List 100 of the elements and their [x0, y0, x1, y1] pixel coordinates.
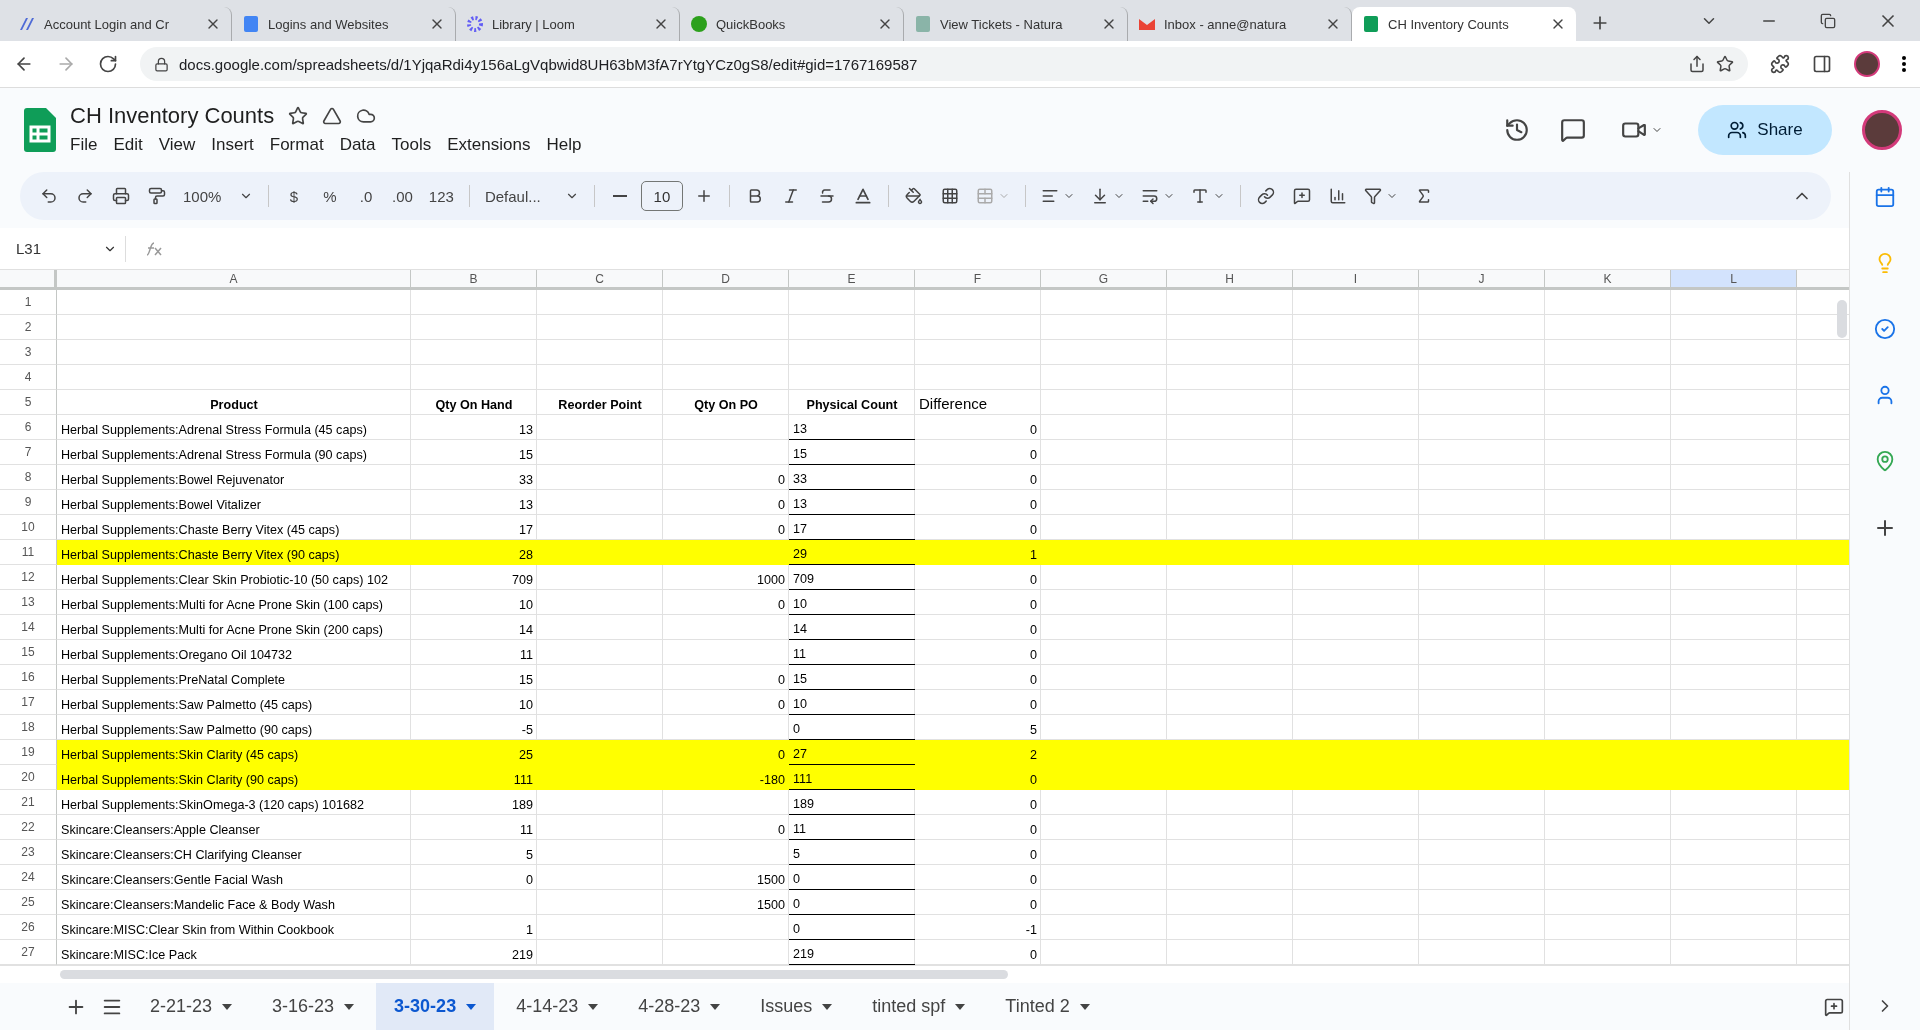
table-cell-text: 111: [512, 772, 534, 789]
formula-bar[interactable]: L31: [0, 228, 1849, 270]
row-number[interactable]: 3: [0, 340, 57, 365]
horizontal-scrollbar[interactable]: [0, 965, 1849, 983]
table-cell: 0: [789, 915, 915, 940]
row-number[interactable]: 21: [0, 790, 57, 815]
avatar[interactable]: [1862, 110, 1902, 150]
table-cell-text: 0: [1029, 622, 1038, 639]
table-cell-text: 15: [518, 672, 534, 689]
row-number[interactable]: 6: [0, 415, 57, 440]
row-number[interactable]: 10: [0, 515, 57, 540]
table-cell-text: Herbal Supplements:Saw Palmetto (45 caps): [60, 697, 314, 714]
reload-icon[interactable]: [98, 54, 118, 74]
table-cell-text: -5: [520, 722, 534, 739]
side-panel-icon[interactable]: [1812, 54, 1832, 74]
star-icon[interactable]: [288, 106, 309, 126]
percent-button[interactable]: %: [315, 180, 345, 212]
number-format-button[interactable]: 123: [423, 180, 459, 212]
sheet-tab[interactable]: Tinted 2: [987, 983, 1108, 1030]
decrease-decimal-button[interactable]: .0: [351, 180, 381, 212]
menu-item[interactable]: Insert: [205, 133, 260, 157]
restore-icon[interactable]: [1820, 12, 1836, 29]
increase-decimal-button[interactable]: .00: [387, 180, 418, 212]
table-cell-text: Herbal Supplements:Clear Skin Probiotic-10 (50 caps) 102: [60, 572, 389, 589]
row-number[interactable]: 12: [0, 565, 57, 590]
extensions-icon[interactable]: [1770, 54, 1790, 74]
table-cell-text: 0: [525, 872, 534, 889]
row-number[interactable]: 14: [0, 615, 57, 640]
align-icon: [1040, 187, 1059, 205]
row-number[interactable]: 8: [0, 465, 57, 490]
row-number[interactable]: 19: [0, 740, 57, 765]
font-dropdown[interactable]: Defaul...: [479, 180, 584, 212]
name-box[interactable]: L31: [0, 235, 126, 262]
map-pin-icon[interactable]: [1874, 450, 1896, 472]
row-number[interactable]: 9: [0, 490, 57, 515]
comment-icon: [1292, 187, 1311, 205]
row-number[interactable]: 11: [0, 540, 57, 565]
sheet-tab[interactable]: 2-21-23: [132, 983, 251, 1030]
sheet-tab[interactable]: Issues: [742, 983, 851, 1030]
sheet-tab[interactable]: 3-30-23: [376, 983, 495, 1030]
tasks-icon[interactable]: [1874, 318, 1896, 340]
cloud-icon[interactable]: [356, 106, 377, 126]
sheet-tab[interactable]: 3-16-23: [254, 983, 373, 1030]
lock-icon: [154, 56, 169, 72]
row-number[interactable]: 1: [0, 290, 57, 315]
menu-item[interactable]: Help: [540, 133, 588, 157]
row-number[interactable]: 25: [0, 890, 57, 915]
caret-icon: [1079, 1003, 1090, 1010]
menu-item[interactable]: View: [152, 133, 202, 157]
sheet-tab[interactable]: 4-14-23: [498, 983, 617, 1030]
row-number[interactable]: 20: [0, 765, 57, 790]
sheet-tab[interactable]: tinted spf: [854, 983, 984, 1030]
scrollbar-thumb[interactable]: [60, 970, 1008, 979]
zoom-dropdown[interactable]: 100%: [178, 180, 258, 212]
row-number[interactable]: 4: [0, 365, 57, 390]
address-bar[interactable]: docs.google.com/spreadsheets/d/1YjqaRdi4y156aLgVqbwid8UH63bM3fA7rYtgYCz0gS8/edit#gid=1767169587: [140, 47, 1748, 81]
row-number[interactable]: 5: [0, 390, 57, 415]
column-header[interactable]: L: [1671, 270, 1797, 287]
menu-item[interactable]: Data: [333, 133, 382, 157]
row-number[interactable]: 15: [0, 640, 57, 665]
row-number[interactable]: 18: [0, 715, 57, 740]
sheet-tab[interactable]: 4-28-23: [620, 983, 739, 1030]
column-title: Qty On PO: [693, 397, 759, 414]
table-cell-text: Herbal Supplements:Adrenal Stress Formula (45 caps): [60, 422, 368, 439]
table-cell-text: 13: [518, 422, 534, 439]
table-cell-text: 0: [1029, 822, 1038, 839]
history-icon[interactable]: [1504, 117, 1530, 143]
menu-item[interactable]: Tools: [385, 133, 438, 157]
currency-button[interactable]: $: [279, 180, 309, 212]
table-cell: 13: [789, 490, 915, 515]
triangle-icon[interactable]: [322, 106, 343, 126]
sheets-logo[interactable]: [24, 108, 56, 152]
scrollbar-thumb[interactable]: [1837, 300, 1847, 338]
row-number[interactable]: 13: [0, 590, 57, 615]
menu-icon[interactable]: [1902, 56, 1906, 72]
comment-icon[interactable]: [1560, 117, 1586, 143]
menu-item[interactable]: Extensions: [441, 133, 537, 157]
star-icon[interactable]: [1716, 55, 1734, 73]
row-number[interactable]: 2: [0, 315, 57, 340]
row-number[interactable]: 22: [0, 815, 57, 840]
avatar[interactable]: [1854, 51, 1880, 77]
calendar-icon[interactable]: [1874, 186, 1896, 208]
table-cell-text: 1000: [755, 572, 786, 589]
share-icon[interactable]: [1688, 55, 1706, 73]
font-size-field[interactable]: 10: [640, 181, 683, 211]
row-number[interactable]: 27: [0, 940, 57, 965]
share-button[interactable]: Share: [1698, 105, 1832, 155]
menu-item[interactable]: Format: [263, 133, 330, 157]
row-number[interactable]: 16: [0, 665, 57, 690]
undo-icon: [40, 187, 58, 205]
document-title[interactable]: CH Inventory Counts: [70, 103, 275, 129]
browser-tab[interactable]: CH Inventory Counts: [1352, 7, 1576, 41]
menu-item[interactable]: File: [64, 133, 104, 157]
site-icon: [466, 15, 484, 33]
menu-item[interactable]: Edit: [107, 133, 149, 157]
row-number[interactable]: 17: [0, 690, 57, 715]
row-number[interactable]: 7: [0, 440, 57, 465]
row-number[interactable]: 26: [0, 915, 57, 940]
row-number[interactable]: 24: [0, 865, 57, 890]
row-number[interactable]: 23: [0, 840, 57, 865]
